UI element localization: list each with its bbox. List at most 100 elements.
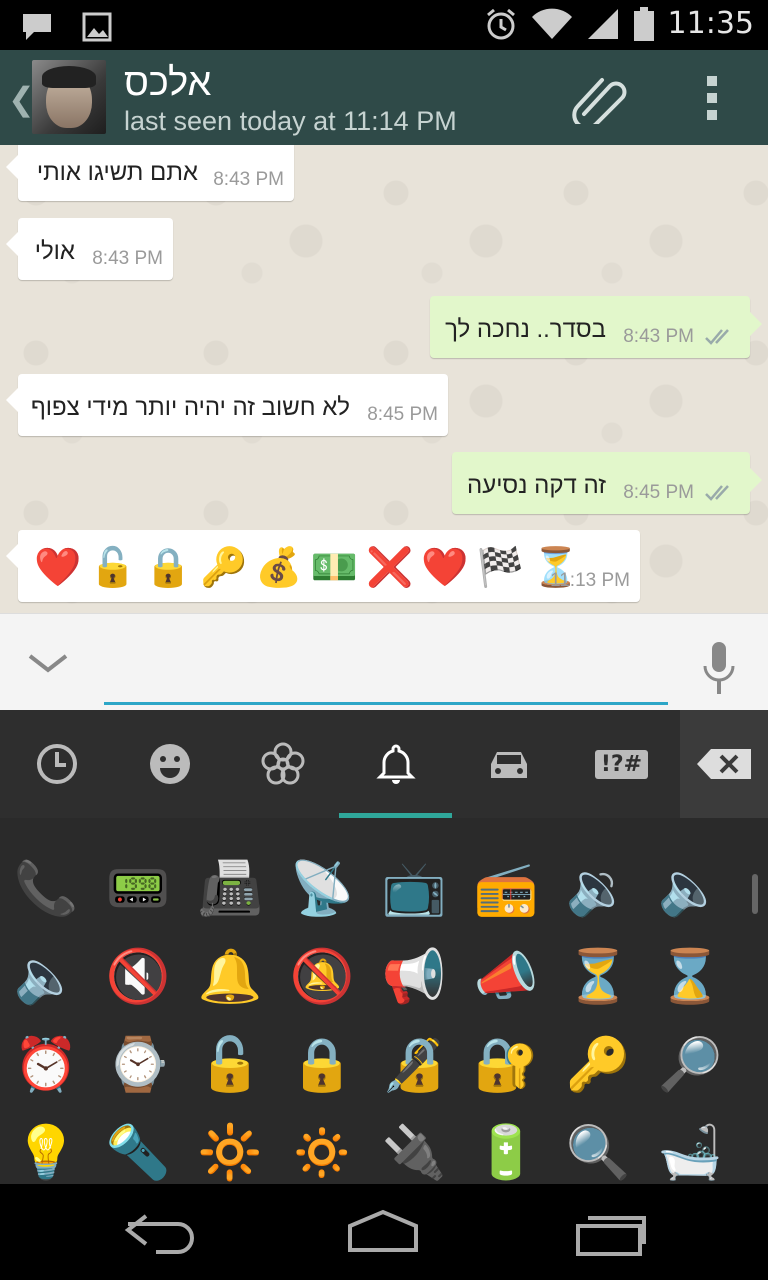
bell-icon[interactable]: 🔔 xyxy=(184,932,276,1020)
magnifier-icon[interactable]: 🔍 xyxy=(552,1108,644,1184)
tab-recent[interactable] xyxy=(0,710,113,818)
bright-icon[interactable]: 🔆 xyxy=(184,1108,276,1184)
attach-icon[interactable] xyxy=(570,74,630,124)
back-nav-icon[interactable] xyxy=(116,1206,206,1258)
battery-icon xyxy=(633,6,654,41)
heart-icon: ❤️ xyxy=(34,547,82,589)
message-input[interactable] xyxy=(104,650,668,705)
battery-icon[interactable]: 🔋 xyxy=(460,1108,552,1184)
lock-icon[interactable]: 🔒 xyxy=(276,1020,368,1108)
heart-icon: ❤️ xyxy=(421,547,469,589)
tab-nature[interactable] xyxy=(226,710,339,818)
symbols-icon: !?# xyxy=(594,749,649,779)
back-chevron-icon[interactable]: ❮ xyxy=(8,80,35,118)
speaker-low-icon[interactable]: 🔈 xyxy=(644,844,736,932)
speaker-icon[interactable]: 🔈 xyxy=(0,932,92,1020)
loudspeaker-icon[interactable]: 📢 xyxy=(368,932,460,1020)
hourglass-flowing-icon[interactable]: ⏳ xyxy=(552,932,644,1020)
message-bubble[interactable]: אתם תשיגו אותי 8:43 PM xyxy=(6,145,294,201)
radio-icon[interactable]: 📻 xyxy=(460,844,552,932)
cross-mark-icon: ❌ xyxy=(365,547,414,589)
last-seen-status: last seen today at 11:14 PM xyxy=(124,106,457,136)
bathtub-icon[interactable]: 🛁 xyxy=(644,1108,736,1184)
speaker-medium-icon[interactable]: 🔉 xyxy=(552,844,644,932)
image-notification-icon xyxy=(82,12,112,42)
lock-pen-icon[interactable]: 🔏 xyxy=(368,1020,460,1108)
message-bubble[interactable]: לא חשוב זה יהיה יותר מידי צפוף 8:45 PM xyxy=(6,374,448,436)
status-time: 11:35 xyxy=(667,6,754,41)
navigation-bar xyxy=(0,1184,768,1280)
hourglass-icon[interactable]: ⌛ xyxy=(644,932,736,1020)
wifi-icon xyxy=(531,8,572,39)
overflow-menu-icon[interactable] xyxy=(702,76,722,122)
emoji-category-tabs: !?# xyxy=(0,710,768,818)
message-text: בסדר.. נחכה לך xyxy=(445,316,606,343)
lock-key-icon[interactable]: 🔐 xyxy=(460,1020,552,1108)
tab-objects[interactable] xyxy=(339,710,452,818)
flashlight-icon[interactable]: 🔦 xyxy=(92,1108,184,1184)
message-time: 11:13 PM xyxy=(550,570,630,591)
backspace-icon xyxy=(697,749,751,779)
chat-notification-icon xyxy=(23,14,51,40)
message-text: אתם תשיגו אותי xyxy=(36,159,198,186)
message-text: אולי xyxy=(34,238,75,265)
avatar[interactable] xyxy=(32,60,106,134)
dim-icon[interactable]: 🔅 xyxy=(276,1108,368,1184)
message-time: 8:43 PM xyxy=(92,248,163,269)
phone-icon[interactable]: 📞 xyxy=(0,844,92,932)
unlock-icon[interactable]: 🔓 xyxy=(184,1020,276,1108)
message-text: זה דקה נסיעה xyxy=(467,472,606,499)
mute-icon[interactable]: 🔇 xyxy=(92,932,184,1020)
clock-icon xyxy=(36,744,77,784)
bell-icon xyxy=(375,744,416,784)
no-bell-icon[interactable]: 🔕 xyxy=(276,932,368,1020)
magnifier-right-icon[interactable]: 🔎 xyxy=(644,1020,736,1108)
compose-bar xyxy=(0,613,768,711)
key-icon[interactable]: 🔑 xyxy=(552,1020,644,1108)
collapse-keyboard-icon[interactable] xyxy=(26,648,70,678)
satellite-dish-icon[interactable]: 📡 xyxy=(276,844,368,932)
money-bag-icon: 💰 xyxy=(255,547,303,589)
recents-nav-icon[interactable] xyxy=(568,1206,658,1258)
scroll-indicator xyxy=(752,874,758,914)
checkered-flag-icon: 🏁 xyxy=(476,547,524,589)
plug-icon[interactable]: 🔌 xyxy=(368,1108,460,1184)
pager-icon[interactable]: 📟 xyxy=(92,844,184,932)
alarm-icon xyxy=(486,8,515,39)
double-check-icon xyxy=(705,329,729,345)
fax-icon[interactable]: 📠 xyxy=(184,844,276,932)
bulb-icon[interactable]: 💡 xyxy=(0,1108,92,1184)
alarm-clock-icon[interactable]: ⏰ xyxy=(0,1020,92,1108)
tab-symbols[interactable]: !?# xyxy=(565,710,678,818)
watch-icon[interactable]: ⌚ xyxy=(92,1020,184,1108)
backspace-button[interactable] xyxy=(680,710,768,818)
home-nav-icon[interactable] xyxy=(338,1206,428,1258)
megaphone-icon[interactable]: 📣 xyxy=(460,932,552,1020)
double-check-icon xyxy=(705,485,729,501)
dollar-bill-icon: 💵 xyxy=(310,547,358,589)
smiley-icon xyxy=(149,744,190,784)
message-bubble[interactable]: אולי 8:43 PM xyxy=(6,218,173,280)
message-bubble[interactable]: בסדר.. נחכה לך 8:43 PM xyxy=(430,296,762,358)
flower-icon xyxy=(261,742,304,785)
car-icon xyxy=(490,752,527,778)
contact-name[interactable]: אלכס xyxy=(124,62,211,105)
emoji-message-bubble[interactable]: ❤️ 🔓 🔒 🔑 💰 💵 ❌ ❤️ 🏁 ⏳ 11:13 PM xyxy=(6,530,640,602)
message-time: 8:45 PM xyxy=(367,404,438,425)
chat-area[interactable]: אתם תשיגו אותי 8:43 PM אולי 8:43 PM בסדר… xyxy=(0,145,768,613)
unlock-icon: 🔓 xyxy=(89,547,137,589)
tab-smileys[interactable] xyxy=(113,710,226,818)
emoji-row: ❤️ 🔓 🔒 🔑 💰 💵 ❌ ❤️ 🏁 ⏳ xyxy=(34,546,579,590)
key-icon: 🔑 xyxy=(199,547,248,589)
lock-icon: 🔒 xyxy=(144,547,192,589)
message-time: 8:45 PM xyxy=(623,482,694,503)
message-text: לא חשוב זה יהיה יותר מידי צפוף xyxy=(30,394,350,421)
tab-places[interactable] xyxy=(452,710,565,818)
message-time: 8:43 PM xyxy=(623,326,694,347)
tv-icon[interactable]: 📺 xyxy=(368,844,460,932)
message-bubble[interactable]: זה דקה נסיעה 8:45 PM xyxy=(452,452,762,514)
microphone-icon[interactable] xyxy=(700,640,738,700)
status-bar: 11:35 xyxy=(0,0,768,50)
message-time: 8:43 PM xyxy=(213,169,284,190)
signal-icon xyxy=(587,8,618,39)
